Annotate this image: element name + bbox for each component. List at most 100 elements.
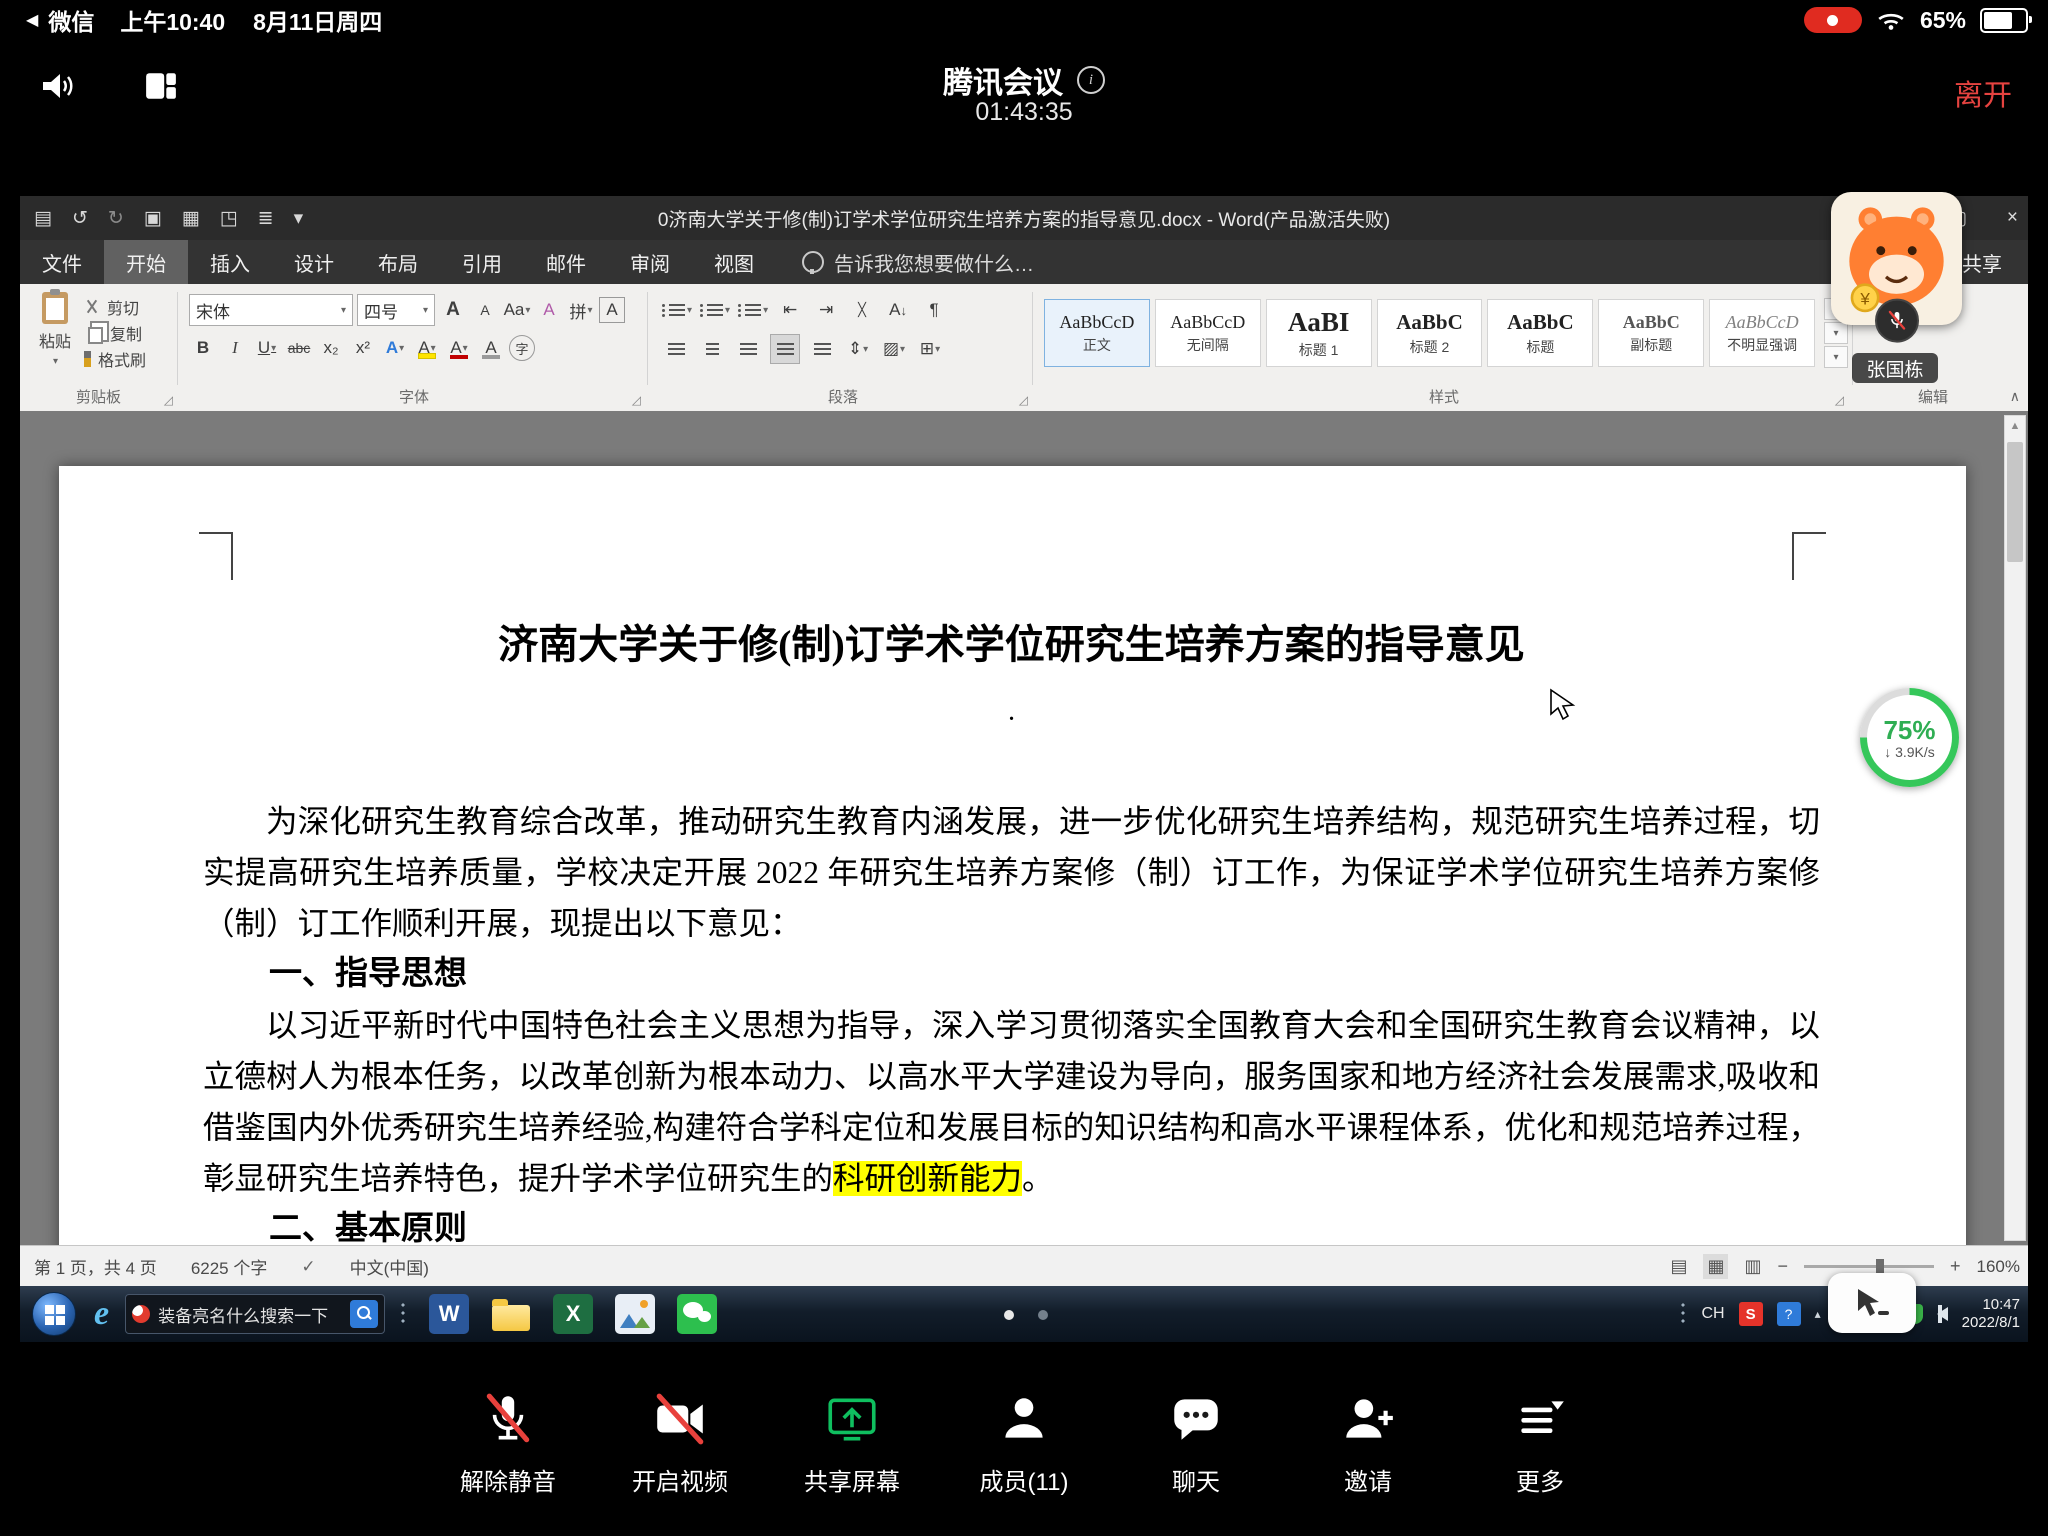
tab-insert[interactable]: 插入: [188, 240, 272, 285]
taskbar-search-box[interactable]: 装备亮名什么搜索一下: [125, 1294, 385, 1334]
zoom-slider-thumb[interactable]: [1876, 1259, 1884, 1274]
pen-qat-icon[interactable]: ◳: [220, 207, 238, 230]
explorer-taskbar-icon[interactable]: [491, 1294, 531, 1334]
shading-icon[interactable]: ▨▾: [880, 335, 908, 363]
back-to-wechat-icon[interactable]: ◀: [26, 10, 38, 30]
members-button[interactable]: 成员(11): [969, 1390, 1079, 1497]
character-border-icon[interactable]: A: [599, 297, 625, 323]
leave-meeting-button[interactable]: 离开: [1954, 72, 2012, 114]
help-tray-icon[interactable]: ?: [1777, 1302, 1801, 1326]
style-no-spacing[interactable]: AaBbCcD 无间隔: [1155, 299, 1261, 367]
justify-icon[interactable]: [770, 334, 800, 364]
style-subtle-emphasis[interactable]: AaBbCcD 不明显强调: [1709, 299, 1815, 367]
share-screen-button[interactable]: 共享屏幕: [797, 1390, 907, 1497]
format-painter-button[interactable]: 格式刷: [84, 346, 146, 372]
phonetic-guide-icon[interactable]: 拼▾: [567, 296, 595, 324]
tab-review[interactable]: 审阅: [608, 240, 692, 285]
tray-expand-icon[interactable]: ▴: [1815, 1307, 1821, 1321]
screen-recording-indicator[interactable]: [1804, 7, 1862, 33]
tab-design[interactable]: 设计: [272, 240, 356, 285]
zoom-level[interactable]: 160%: [1977, 1257, 2020, 1277]
font-size-select[interactable]: 四号 ▾: [357, 294, 435, 326]
customize-toolbar-icon[interactable]: ▾: [294, 207, 304, 230]
tab-view[interactable]: 视图: [692, 240, 776, 285]
tab-references[interactable]: 引用: [440, 240, 524, 285]
excel-taskbar-icon[interactable]: X: [553, 1294, 593, 1334]
style-subtitle[interactable]: AaBbC 副标题: [1598, 299, 1704, 367]
proofing-icon[interactable]: ✓: [301, 1257, 315, 1277]
word-taskbar-icon[interactable]: W: [429, 1294, 469, 1334]
redo-icon[interactable]: ↻: [108, 207, 124, 230]
start-button[interactable]: [32, 1292, 76, 1336]
styles-scroll-down-icon[interactable]: ▾: [1824, 322, 1848, 344]
clipboard-qat-icon[interactable]: ▣: [144, 207, 162, 230]
font-dialog-launcher-icon[interactable]: ◿: [632, 393, 641, 407]
invite-button[interactable]: 邀请: [1313, 1390, 1423, 1497]
scroll-up-icon[interactable]: ▲: [2005, 416, 2025, 432]
wechat-taskbar-icon[interactable]: [677, 1294, 717, 1334]
font-color-icon[interactable]: A▾: [445, 334, 473, 362]
numbering-icon[interactable]: ▾: [700, 296, 730, 324]
sort-icon[interactable]: A↓: [884, 296, 912, 324]
document-page[interactable]: 济南大学关于修(制)订学术学位研究生培养方案的指导意见 · 为深化研究生教育综合…: [59, 466, 1966, 1245]
character-shading-icon[interactable]: A: [477, 334, 505, 362]
style-title[interactable]: AaBbC 标题: [1487, 299, 1593, 367]
close-window-icon[interactable]: ×: [2007, 207, 2018, 229]
participant-video-tile[interactable]: ¥: [1831, 192, 1962, 325]
zoom-in-icon[interactable]: +: [1950, 1256, 1961, 1277]
word-count[interactable]: 6225 个字: [191, 1254, 268, 1279]
cut-button[interactable]: 剪切: [84, 294, 146, 320]
internet-explorer-icon[interactable]: e: [94, 1295, 109, 1333]
asian-layout-icon[interactable]: ╳: [848, 296, 876, 324]
style-heading2[interactable]: AaBbC 标题 2: [1377, 299, 1483, 367]
tab-file[interactable]: 文件: [20, 240, 104, 285]
strikethrough-icon[interactable]: abc: [285, 334, 313, 362]
multilevel-list-icon[interactable]: ▾: [738, 296, 768, 324]
line-spacing-icon[interactable]: ⇕▾: [844, 335, 872, 363]
grow-font-icon[interactable]: A: [439, 296, 467, 324]
style-normal[interactable]: AaBbCcD 正文: [1044, 299, 1150, 367]
text-effects-icon[interactable]: A▾: [381, 334, 409, 362]
read-mode-icon[interactable]: ▤: [1670, 1256, 1687, 1277]
unmute-button[interactable]: 解除静音: [453, 1390, 563, 1497]
underline-icon[interactable]: U▾: [253, 334, 281, 362]
copy-button[interactable]: 复制: [84, 320, 146, 346]
tab-layout[interactable]: 布局: [356, 240, 440, 285]
styles-gallery-expand-icon[interactable]: ▾: [1824, 346, 1848, 368]
decrease-indent-icon[interactable]: ⇤: [776, 296, 804, 324]
font-name-select[interactable]: 宋体 ▾: [189, 294, 353, 326]
network-quality-badge[interactable]: 75% ↓ 3.9K/s: [1860, 688, 1959, 787]
start-video-button[interactable]: 开启视频: [625, 1390, 735, 1497]
language-indicator[interactable]: 中文(中国): [350, 1254, 429, 1279]
clipboard-dialog-launcher-icon[interactable]: ◿: [164, 393, 173, 407]
styles-dialog-launcher-icon[interactable]: ◿: [1835, 393, 1844, 407]
vertical-scrollbar[interactable]: ▲: [2004, 415, 2026, 1241]
subscript-icon[interactable]: x₂: [317, 334, 345, 362]
paragraph-dialog-launcher-icon[interactable]: ◿: [1019, 393, 1028, 407]
photos-taskbar-icon[interactable]: [615, 1294, 655, 1334]
align-right-icon[interactable]: [734, 335, 762, 363]
distribute-icon[interactable]: [808, 335, 836, 363]
show-marks-icon[interactable]: ¶: [920, 296, 948, 324]
align-left-icon[interactable]: [662, 335, 690, 363]
change-case-icon[interactable]: Aa▾: [503, 296, 531, 324]
scrollbar-thumb[interactable]: [2007, 442, 2023, 562]
zoom-out-icon[interactable]: −: [1777, 1256, 1788, 1277]
shrink-font-icon[interactable]: A: [471, 296, 499, 324]
sogou-tray-icon[interactable]: S: [1739, 1302, 1763, 1326]
superscript-icon[interactable]: x²: [349, 334, 377, 362]
increase-indent-icon[interactable]: ⇥: [812, 296, 840, 324]
document-qat-icon[interactable]: ▦: [182, 207, 200, 230]
print-layout-icon[interactable]: ▦: [1703, 1254, 1728, 1279]
meeting-info-icon[interactable]: i: [1077, 66, 1105, 94]
zoom-slider[interactable]: [1804, 1265, 1934, 1268]
undo-icon[interactable]: ↺: [72, 207, 88, 230]
save-icon[interactable]: ▤: [34, 207, 52, 230]
taskbar-clock[interactable]: 10:47 2022/8/1: [1962, 1296, 2020, 1332]
paste-button[interactable]: 粘贴 ▾: [26, 284, 84, 372]
collapse-ribbon-icon[interactable]: ∧: [2010, 388, 2020, 405]
annotation-button[interactable]: [1828, 1273, 1916, 1333]
tab-home[interactable]: 开始: [104, 240, 188, 285]
ime-indicator[interactable]: CH: [1701, 1305, 1724, 1323]
page-indicator[interactable]: 第 1 页，共 4 页: [34, 1254, 157, 1279]
